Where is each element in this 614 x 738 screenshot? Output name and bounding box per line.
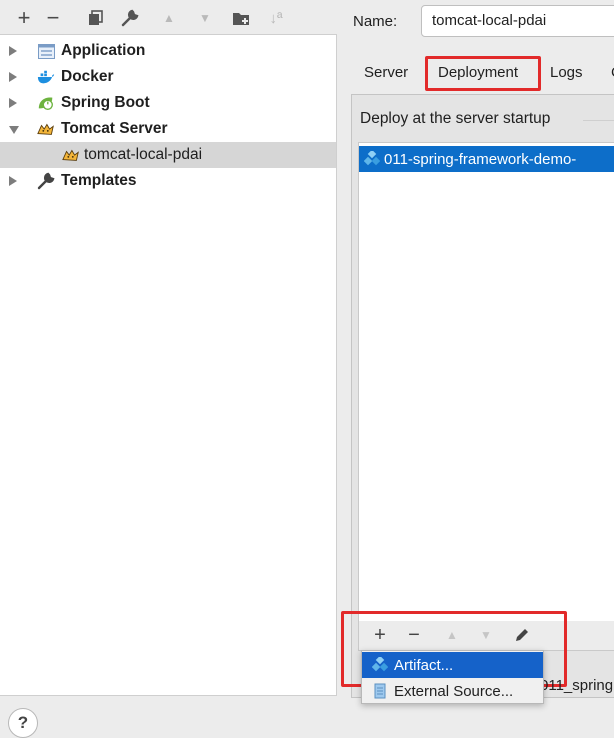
- wrench-icon: [121, 9, 139, 27]
- move-down-button[interactable]: ▼: [193, 6, 217, 30]
- name-input[interactable]: tomcat-local-pdai: [421, 5, 614, 37]
- tomcat-icon: [62, 147, 80, 163]
- expand-arrow-icon[interactable]: [9, 46, 17, 56]
- move-up-button[interactable]: ▲: [440, 624, 464, 646]
- tree-item-spring-boot[interactable]: Spring Boot: [0, 90, 336, 116]
- add-config-button[interactable]: +: [12, 5, 36, 30]
- list-item[interactable]: 011-spring-framework-demo-: [359, 146, 614, 172]
- pencil-icon: [516, 629, 528, 641]
- move-up-button[interactable]: ▲: [157, 6, 181, 30]
- wrench-icon: [37, 172, 55, 190]
- folder-icon: [233, 13, 249, 25]
- artifact-icon: [364, 151, 380, 167]
- docker-icon: [37, 69, 55, 85]
- tree-item-label: Spring Boot: [61, 94, 150, 111]
- sort-icon: ↓ª: [269, 9, 283, 27]
- expand-arrow-icon[interactable]: [9, 176, 17, 186]
- add-deployment-button[interactable]: +: [368, 624, 392, 646]
- tomcat-icon: [37, 121, 55, 137]
- tab-server[interactable]: Server: [364, 60, 408, 86]
- artifact-icon: [372, 657, 388, 673]
- tree-item-docker[interactable]: Docker: [0, 64, 336, 90]
- new-folder-button[interactable]: [230, 6, 254, 30]
- remove-config-button[interactable]: −: [41, 5, 65, 30]
- application-icon: [37, 43, 55, 59]
- tree-item-application[interactable]: Application: [0, 38, 336, 64]
- sort-button[interactable]: ↓ª: [264, 6, 288, 30]
- tree-item-label: Templates: [61, 172, 137, 189]
- tree-item-label: Tomcat Server: [61, 120, 168, 137]
- tree-item-label: Application: [61, 42, 146, 59]
- separator: [583, 120, 614, 121]
- tree-item-tomcat-server[interactable]: Tomcat Server: [0, 116, 336, 142]
- menu-item-external-source[interactable]: External Source...: [362, 678, 543, 704]
- menu-item-artifact[interactable]: Artifact...: [362, 652, 543, 678]
- menu-item-label: Artifact...: [394, 656, 454, 674]
- expand-arrow-icon[interactable]: [9, 98, 17, 108]
- tab-deployment[interactable]: Deployment: [438, 60, 518, 86]
- name-label: Name:: [353, 13, 398, 30]
- copy-icon: [89, 10, 103, 25]
- tree-item-label: tomcat-local-pdai: [84, 146, 203, 163]
- copy-config-button[interactable]: [84, 6, 108, 30]
- tree-item-templates[interactable]: Templates: [0, 168, 336, 194]
- tree-item-tomcat-local-pdai[interactable]: tomcat-local-pdai: [0, 142, 336, 168]
- tree-item-label: Docker: [61, 68, 114, 85]
- deployment-list[interactable]: [358, 142, 614, 622]
- configuration-tree[interactable]: Application Docker Spring Boot Tomcat Se…: [0, 34, 337, 696]
- context-text: 011_spring: [540, 677, 614, 694]
- expand-arrow-icon[interactable]: [9, 72, 17, 82]
- remove-deployment-button[interactable]: −: [402, 624, 426, 646]
- tab-logs[interactable]: Logs: [550, 60, 583, 86]
- external-source-icon: [374, 683, 386, 699]
- deploy-at-startup-label: Deploy at the server startup: [360, 110, 551, 127]
- spring-boot-icon: [37, 95, 55, 111]
- edit-deployment-button[interactable]: [510, 624, 534, 646]
- menu-item-label: External Source...: [394, 682, 514, 700]
- move-down-button[interactable]: ▼: [474, 624, 498, 646]
- collapse-arrow-icon[interactable]: [9, 126, 19, 134]
- help-button[interactable]: ?: [8, 708, 38, 738]
- deploy-item-label: 011-spring-framework-demo-: [384, 150, 577, 168]
- edit-defaults-button[interactable]: [118, 6, 142, 30]
